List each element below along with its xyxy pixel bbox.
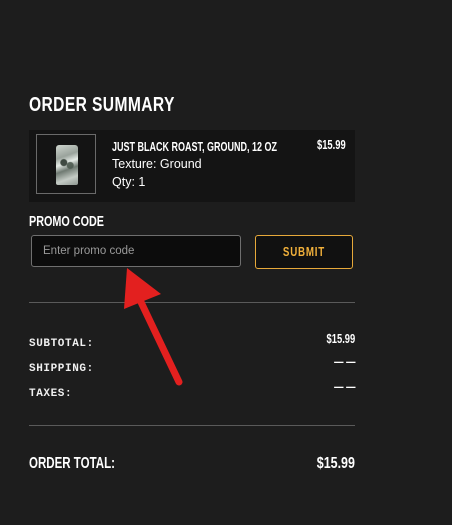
order-summary-title: ORDER SUMMARY	[29, 94, 175, 116]
taxes-value: — —	[333, 380, 355, 394]
product-texture: Texture: Ground	[112, 157, 202, 171]
subtotal-label: SUBTOTAL:	[29, 338, 94, 350]
product-name: JUST BLACK ROAST, GROUND, 12 OZ	[112, 140, 278, 154]
order-total-value: $15.99	[316, 455, 355, 472]
product-quantity: Qty: 1	[112, 175, 146, 189]
promo-code-label: PROMO CODE	[29, 213, 105, 230]
submit-button-label: SUBMIT	[282, 245, 326, 259]
taxes-label: TAXES:	[29, 388, 73, 400]
order-item: JUST BLACK ROAST, GROUND, 12 OZ Texture:…	[29, 130, 355, 202]
submit-promo-button[interactable]: SUBMIT	[255, 235, 353, 269]
divider	[29, 302, 355, 303]
shipping-value: — —	[333, 355, 355, 369]
product-price: $15.99	[317, 138, 346, 152]
coffee-bag-image	[56, 145, 78, 185]
divider	[29, 425, 355, 426]
subtotal-value: $15.99	[326, 332, 355, 346]
shipping-label: SHIPPING:	[29, 363, 94, 375]
promo-code-input[interactable]	[31, 235, 241, 267]
order-total-label: ORDER TOTAL:	[29, 455, 115, 472]
product-thumbnail	[36, 134, 96, 194]
